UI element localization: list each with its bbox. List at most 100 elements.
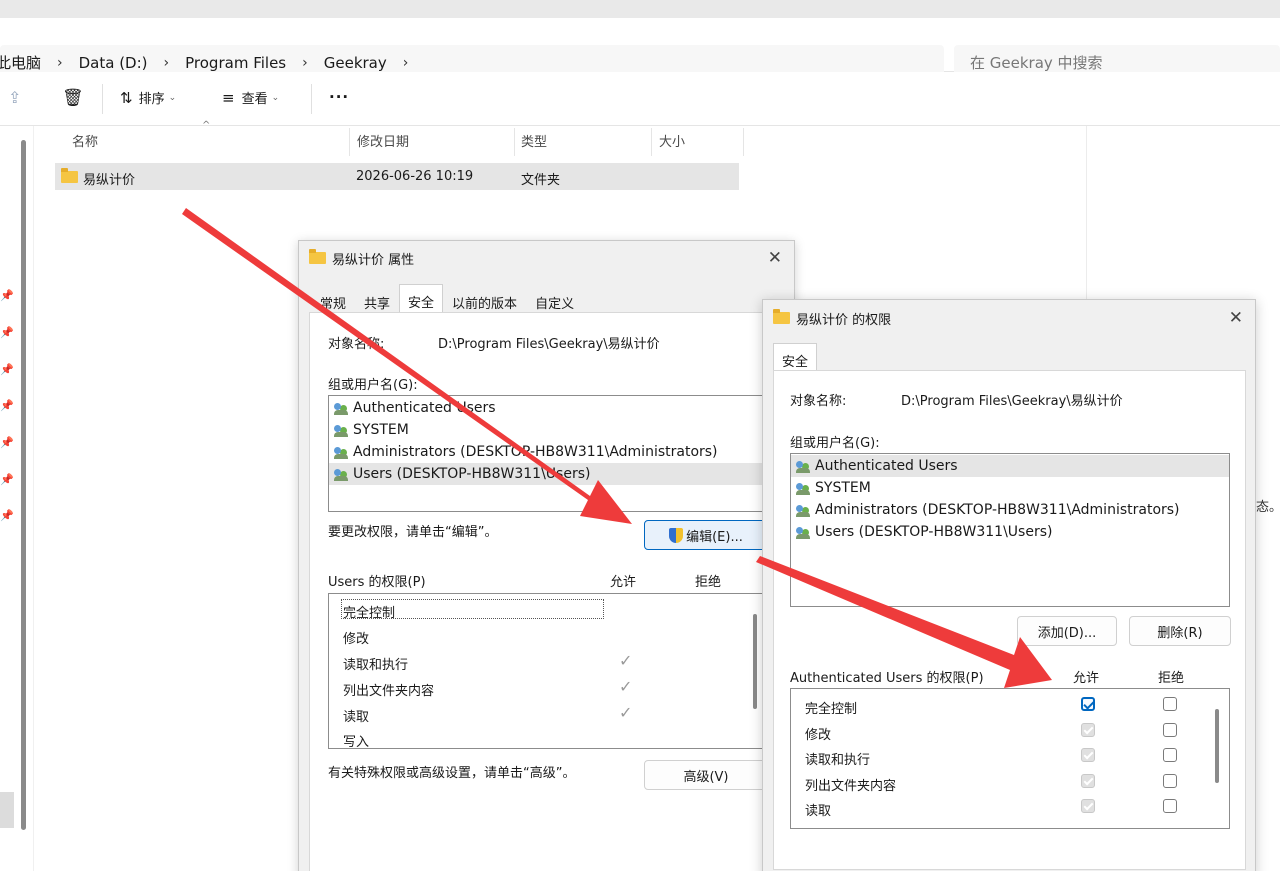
security-tab-panel: 对象名称: D:\Program Files\Geekray\易纵计价 组或用户… xyxy=(309,312,787,871)
allow-full-control-checkbox[interactable] xyxy=(1081,697,1095,711)
deny-full-control-checkbox[interactable] xyxy=(1163,697,1177,711)
users-icon xyxy=(334,402,349,415)
view-icon: ≡ xyxy=(222,88,235,107)
command-bar: ⇪ 🗑 ⇅ 排序 ⌄ ≡ 查看 ⌄ ··· xyxy=(0,72,1280,126)
chevron-right-icon[interactable]: › xyxy=(152,55,182,71)
user-item[interactable]: Users (DESKTOP-HB8W311\Users) xyxy=(796,524,1052,540)
breadcrumb-data-drive[interactable]: Data (D:) xyxy=(75,54,152,72)
checkmark-icon: ✓ xyxy=(619,703,633,722)
share-icon[interactable]: ⇪ xyxy=(8,88,21,107)
nav-scrollbar[interactable] xyxy=(21,140,26,830)
chevron-right-icon[interactable]: › xyxy=(391,55,421,71)
permissions-scrollbar[interactable] xyxy=(753,614,757,709)
toolbar-divider xyxy=(102,84,103,114)
user-item[interactable]: SYSTEM xyxy=(796,480,871,496)
permission-row: 读取和执行 xyxy=(805,753,871,768)
view-label: 查看 xyxy=(241,92,268,107)
column-header-name[interactable]: 名称 xyxy=(72,126,98,154)
window-top-strip xyxy=(0,0,1280,18)
sort-icon: ⇅ xyxy=(120,88,133,107)
permissions-dialog-titlebar[interactable]: 易纵计价 的权限 xyxy=(763,300,1255,336)
pin-icon[interactable]: 📌 xyxy=(0,436,14,449)
user-listbox[interactable]: Authenticated Users SYSTEM Administrator… xyxy=(328,395,778,512)
chevron-down-icon: ⌄ xyxy=(168,92,177,103)
user-item[interactable]: Administrators (DESKTOP-HB8W311\Administ… xyxy=(796,502,1180,518)
address-bar: 此电脑 › Data (D:) › Program Files › Geekra… xyxy=(0,18,1280,80)
close-icon[interactable]: ✕ xyxy=(1229,308,1243,328)
column-divider[interactable] xyxy=(514,128,515,156)
file-name[interactable]: 易纵计价 xyxy=(83,169,135,188)
permissions-list[interactable]: 完全控制 修改 读取和执行 列出文件夹内容 读取 xyxy=(790,688,1230,829)
more-options-button[interactable]: ··· xyxy=(329,88,349,106)
permissions-dialog-title: 易纵计价 的权限 xyxy=(796,312,892,328)
user-listbox[interactable]: Authenticated Users SYSTEM Administrator… xyxy=(790,453,1230,607)
deny-header: 拒绝 xyxy=(695,575,722,590)
chevron-down-icon: ⌄ xyxy=(271,92,280,103)
column-divider[interactable] xyxy=(651,128,652,156)
users-icon xyxy=(796,482,811,495)
pin-icon[interactable]: 📌 xyxy=(0,289,14,302)
close-icon[interactable]: ✕ xyxy=(768,248,782,268)
group-user-label: 组或用户名(G): xyxy=(328,378,418,393)
sort-label: 排序 xyxy=(138,92,165,107)
chevron-right-icon[interactable]: › xyxy=(290,55,320,71)
pin-icon[interactable]: 📌 xyxy=(0,363,14,376)
column-header-size[interactable]: 大小 xyxy=(659,126,685,154)
users-icon xyxy=(334,468,349,481)
user-item[interactable]: Users (DESKTOP-HB8W311\Users) xyxy=(334,466,590,482)
column-header-modified[interactable]: 修改日期 xyxy=(357,126,409,154)
column-divider[interactable] xyxy=(349,128,350,156)
deny-modify-checkbox[interactable] xyxy=(1163,723,1177,737)
column-divider[interactable] xyxy=(743,128,744,156)
allow-list-folder-checkbox xyxy=(1081,774,1095,788)
breadcrumb-program-files[interactable]: Program Files xyxy=(181,54,290,72)
properties-dialog-titlebar[interactable]: 易纵计价 属性 xyxy=(299,241,794,275)
deny-read-checkbox[interactable] xyxy=(1163,799,1177,813)
breadcrumb-this-pc[interactable]: 此电脑 xyxy=(0,52,45,73)
permission-row: 列出文件夹内容 xyxy=(343,684,435,699)
edit-button-label: 编辑(E)... xyxy=(686,529,743,545)
permissions-dialog: 易纵计价 的权限 ✕ 安全 对象名称: D:\Program Files\Gee… xyxy=(762,299,1256,871)
sort-button[interactable]: ⇅ 排序 ⌄ xyxy=(120,88,177,108)
permission-row: 完全控制 xyxy=(343,606,396,621)
chevron-right-icon[interactable]: › xyxy=(45,55,75,71)
sort-ascending-icon: ^ xyxy=(202,120,211,131)
deny-read-execute-checkbox[interactable] xyxy=(1163,748,1177,762)
pin-icon[interactable]: 📌 xyxy=(0,473,14,486)
allow-header: 允许 xyxy=(610,575,637,590)
advanced-button[interactable]: 高级(V) xyxy=(644,760,768,790)
permission-row: 写入 xyxy=(343,735,370,749)
remove-button[interactable]: 删除(R) xyxy=(1129,616,1231,646)
object-name-value: D:\Program Files\Geekray\易纵计价 xyxy=(438,337,660,352)
permissions-scrollbar[interactable] xyxy=(1215,709,1219,783)
allow-modify-checkbox xyxy=(1081,723,1095,737)
user-item[interactable]: Authenticated Users xyxy=(796,458,958,474)
users-icon xyxy=(796,526,811,539)
pin-icon[interactable]: 📌 xyxy=(0,326,14,339)
users-icon xyxy=(796,504,811,517)
column-header-type[interactable]: 类型 xyxy=(521,126,547,154)
deny-list-folder-checkbox[interactable] xyxy=(1163,774,1177,788)
folder-icon xyxy=(773,309,790,324)
user-item[interactable]: SYSTEM xyxy=(334,422,409,438)
edit-button[interactable]: 编辑(E)... xyxy=(644,520,768,550)
view-button[interactable]: ≡ 查看 ⌄ xyxy=(222,88,280,108)
add-button[interactable]: 添加(D)... xyxy=(1017,616,1117,646)
users-icon xyxy=(796,460,811,473)
user-item[interactable]: Authenticated Users xyxy=(334,400,496,416)
users-icon xyxy=(334,424,349,437)
allow-header: 允许 xyxy=(1073,671,1100,686)
toolbar-divider xyxy=(311,84,312,114)
breadcrumb-geekray[interactable]: Geekray xyxy=(320,54,391,72)
pin-icon[interactable]: 📌 xyxy=(0,509,14,522)
allow-read-execute-checkbox xyxy=(1081,748,1095,762)
permission-row: 读取 xyxy=(805,804,832,819)
delete-icon[interactable]: 🗑 xyxy=(62,88,84,108)
user-item[interactable]: Administrators (DESKTOP-HB8W311\Administ… xyxy=(334,444,718,460)
nav-selected-item[interactable] xyxy=(0,792,14,828)
allow-read-checkbox xyxy=(1081,799,1095,813)
properties-dialog: 易纵计价 属性 ✕ 常规 共享 安全 以前的版本 自定义 对象名称: D:\Pr… xyxy=(298,240,795,871)
permissions-list[interactable]: 完全控制 修改 读取和执行 ✓ 列出文件夹内容 ✓ 读取 ✓ 写入 xyxy=(328,593,778,749)
checkmark-icon: ✓ xyxy=(619,677,633,696)
pin-icon[interactable]: 📌 xyxy=(0,399,14,412)
